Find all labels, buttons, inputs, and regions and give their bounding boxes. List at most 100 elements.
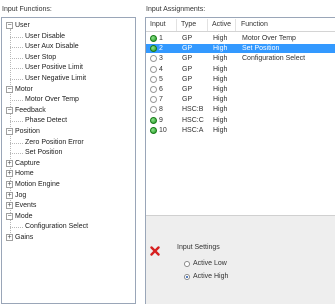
cell-active: High [213, 45, 228, 53]
input-off-indicator-icon [150, 75, 157, 83]
input-assignments-panel: Input Type Active Function 1 GP High Motor … [145, 17, 335, 304]
tree-label: User Disable [25, 32, 66, 40]
tree-connector [10, 57, 23, 59]
tree-group-gains[interactable]: + Gains [2, 233, 135, 243]
radio-label: Active Low [193, 260, 227, 267]
collapse-icon[interactable]: − [6, 128, 13, 135]
tree-item[interactable]: Phase Detect [2, 116, 135, 126]
expand-icon[interactable]: + [6, 170, 13, 178]
cell-function: Set Position [242, 45, 280, 53]
column-separator [207, 19, 208, 31]
tree-label: User [15, 22, 30, 29]
tree-connector [10, 227, 23, 229]
input-on-indicator-icon [150, 116, 157, 124]
tree-label: Set Position [25, 149, 63, 157]
tree-connector [10, 100, 23, 102]
table-row[interactable]: 4 GP High [146, 65, 335, 74]
red-x-icon[interactable] [150, 246, 160, 256]
cell-active: High [213, 75, 228, 83]
table-row[interactable]: 3 GP High Configuration Select [146, 54, 335, 63]
table-row[interactable]: 10 HSC:A High [146, 126, 335, 135]
tree-connector [10, 79, 23, 80]
tree-group-jog[interactable]: + Jog [2, 191, 135, 201]
tree-item[interactable]: User Disable [2, 32, 135, 42]
radio-button[interactable] [184, 274, 190, 280]
table-row[interactable]: 8 HSC:B High [146, 105, 335, 114]
collapse-icon[interactable]: − [6, 22, 13, 29]
table-header: Input Type Active Function [146, 18, 335, 32]
tree-item[interactable]: User Stop [2, 53, 135, 63]
cell-active: High [213, 96, 228, 104]
input-functions-tree[interactable]: − User User Disable User Aux Disable User St… [1, 17, 136, 304]
cell-type: HSC:B [182, 106, 204, 114]
tree-group-motor[interactable]: − Motor [2, 85, 135, 95]
input-on-indicator-icon [150, 35, 157, 42]
column-header-type[interactable]: Type [181, 21, 196, 28]
table-row[interactable]: 5 GP High [146, 75, 335, 84]
tree-label: Events [15, 202, 37, 210]
cell-active: High [213, 35, 228, 42]
radio-button[interactable] [184, 261, 190, 267]
input-on-indicator-icon [150, 45, 157, 53]
tree-group-user[interactable]: − User [2, 21, 135, 31]
tree-label: User Positive Limit [25, 64, 83, 72]
cell-type: GP [182, 65, 193, 73]
tree-item[interactable]: Set Position [2, 148, 135, 158]
column-header-input[interactable]: Input [150, 21, 166, 28]
tree-item[interactable]: Motor Over Temp [2, 95, 135, 105]
tree-item[interactable]: User Negative Limit [2, 74, 135, 84]
cell-input: 8 [159, 106, 163, 114]
tree-label: Home [15, 170, 34, 178]
cell-input: 4 [159, 65, 163, 73]
cell-function: Configuration Select [242, 55, 306, 63]
collapse-icon[interactable]: − [6, 212, 13, 220]
expand-icon[interactable]: + [6, 234, 13, 241]
tree-label: Position [15, 128, 40, 135]
tree-label: User Aux Disable [25, 43, 79, 51]
collapse-icon[interactable]: − [6, 106, 13, 114]
tree-group-motion-engine[interactable]: + Motion Engine [2, 180, 135, 190]
tree-group-capture[interactable]: + Capture [2, 159, 135, 169]
table-row[interactable]: 1 GP High Motor Over Temp [146, 34, 335, 43]
tree-label: Motor Over Temp [25, 96, 79, 104]
column-header-function[interactable]: Function [241, 21, 268, 28]
expand-icon[interactable]: + [6, 181, 13, 188]
column-header-active[interactable]: Active [212, 21, 231, 28]
input-off-indicator-icon [150, 96, 157, 104]
cell-active: High [213, 126, 228, 134]
input-off-indicator-icon [150, 65, 157, 73]
input-on-indicator-icon [150, 126, 157, 134]
tree-label: User Negative Limit [25, 75, 87, 82]
tree-connector [10, 121, 23, 123]
input-settings-title: Input Settings [177, 244, 220, 251]
collapse-icon[interactable]: − [6, 85, 13, 93]
tree-group-position[interactable]: − Position [2, 127, 135, 137]
tree-label: Phase Detect [25, 117, 68, 125]
cell-input: 1 [159, 35, 163, 42]
tree-item[interactable]: Zero Position Error [2, 138, 135, 148]
tree-group-home[interactable]: + Home [2, 169, 135, 179]
cell-type: GP [182, 75, 193, 83]
expand-icon[interactable]: + [6, 191, 13, 199]
tree-group-mode[interactable]: − Mode [2, 212, 135, 222]
tree-item[interactable]: User Positive Limit [2, 63, 135, 73]
tree-group-feedback[interactable]: − Feedback [2, 106, 135, 116]
table-row[interactable]: 7 GP High [146, 95, 335, 104]
table-row[interactable]: 9 HSC:C High [146, 116, 335, 125]
tree-group-events[interactable]: + Events [2, 201, 135, 211]
expand-icon[interactable]: + [6, 159, 13, 167]
input-assignments-table: Input Type Active Function 1 GP High Motor … [146, 18, 335, 215]
table-row[interactable]: 2 GP High Set Position [146, 44, 335, 54]
input-assignments-title: Input Assignments: [146, 6, 206, 13]
tree-item[interactable]: Configuration Select [2, 222, 135, 232]
expand-icon[interactable]: + [6, 202, 13, 210]
table-row[interactable]: 6 GP High [146, 85, 335, 94]
tree-label: Jog [15, 191, 27, 199]
cell-type: HSC:A [182, 126, 204, 134]
cell-type: GP [182, 96, 193, 104]
tree-item[interactable]: User Aux Disable [2, 42, 135, 52]
cell-active: High [213, 106, 228, 114]
input-off-indicator-icon [150, 86, 157, 93]
cell-type: HSC:C [182, 116, 204, 124]
cell-input: 10 [159, 126, 167, 134]
